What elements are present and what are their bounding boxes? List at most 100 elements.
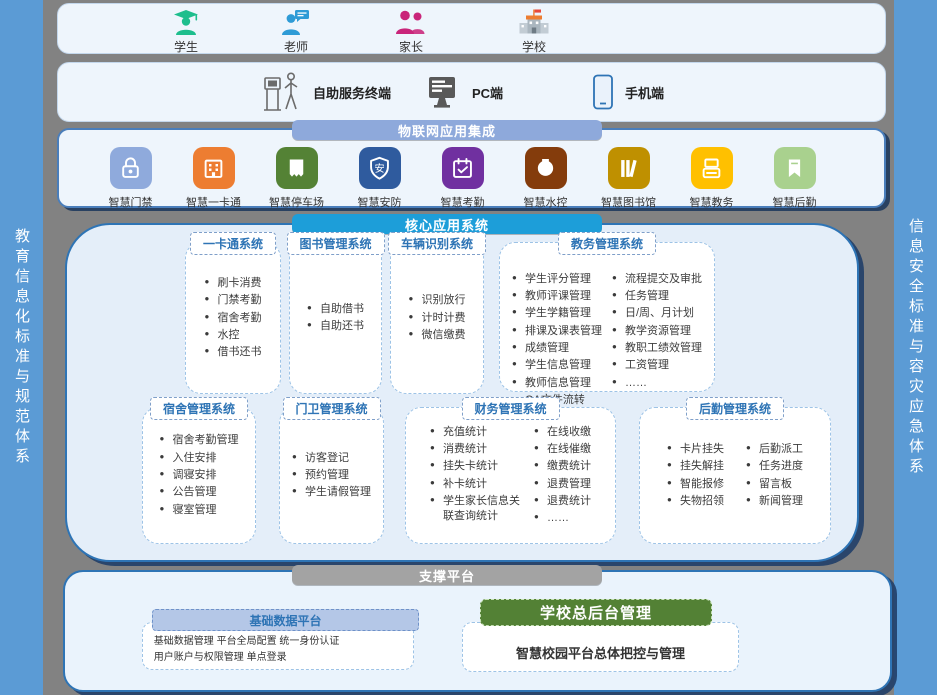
iot-label: 智慧一卡通 xyxy=(186,194,241,210)
terminal-label: PC端 xyxy=(472,83,503,102)
student-icon xyxy=(171,9,201,36)
base-data-platform-title: 基础数据平台 xyxy=(152,609,419,631)
card-item: 识别放行 xyxy=(409,293,466,308)
card-logistics-system: 后勤管理系统 卡片挂失 挂失解挂 智能报修 失物招领 后勤派工 任务进度 留言板… xyxy=(639,407,831,544)
card-item: 自助还书 xyxy=(307,319,364,334)
card-item: 微信缴费 xyxy=(409,328,466,343)
school-backend-card: 智慧校园平台总体把控与管理 xyxy=(462,622,739,672)
card-item: 在线收缴 xyxy=(534,425,591,440)
card-item: 门禁考勤 xyxy=(205,293,262,308)
card-item: 预约管理 xyxy=(292,468,371,483)
support-platform-panel: 支撑平台 基础数据平台 基础数据管理 平台全局配置 统一身份认证 用户账户与权限… xyxy=(63,570,892,692)
card-item: 缴费统计 xyxy=(534,459,591,474)
base-platform-line: 用户账户与权限管理 单点登录 xyxy=(154,650,402,666)
users-panel: 学生 老师 家长 xyxy=(57,3,886,54)
user-label: 家长 xyxy=(375,38,447,55)
terminal-label: 手机端 xyxy=(625,83,664,102)
iot-label: 智慧考勤 xyxy=(441,194,485,210)
card-item: 学生请假管理 xyxy=(292,485,371,500)
user-label: 学生 xyxy=(150,38,222,55)
user-group-teacher: 老师 xyxy=(260,9,332,55)
card-item-list: 流程提交及审批 任务管理 日/周、月计划 教学资源管理 教职工绩效管理 工资管理… xyxy=(612,269,702,410)
card-item: 宿舍考勤管理 xyxy=(160,433,239,448)
card-title: 教务管理系统 xyxy=(558,232,656,255)
card-item: 任务管理 xyxy=(612,289,702,304)
card-library-system: 图书管理系统 自助借书 自助还书 xyxy=(289,242,382,394)
user-group-school: 学校 xyxy=(498,9,570,55)
card-item: 留言板 xyxy=(746,477,803,492)
library-books-icon xyxy=(608,147,650,189)
terminal-group-pc: PC端 xyxy=(426,67,503,117)
school-icon xyxy=(517,9,551,36)
iot-label: 智慧教务 xyxy=(690,194,734,210)
card-item: 教师信息管理 xyxy=(512,376,602,391)
card-item: 入住安排 xyxy=(160,451,239,466)
card-item-list: 在线收缴 在线催缴 缴费统计 退费管理 退费统计 …… xyxy=(534,422,591,529)
card-item: 日/周、月计划 xyxy=(612,306,702,321)
card-item: 充值统计 xyxy=(430,425,524,440)
base-platform-line: 基础数据管理 平台全局配置 统一身份认证 xyxy=(154,634,402,650)
card-item: 调寝安排 xyxy=(160,468,239,483)
card-item-list: 充值统计 消费统计 挂失卡统计 补卡统计 学生家长信息关联查询统计 xyxy=(430,422,524,529)
card-item: 工资管理 xyxy=(612,358,702,373)
iot-icon-row: 智慧门禁 智慧一卡通 智慧停车场 安 智慧安防 xyxy=(59,147,884,210)
card-item-list: 刷卡消费 门禁考勤 宿舍考勤 水控 借书还书 xyxy=(205,273,262,362)
card-finance-system: 财务管理系统 充值统计 消费统计 挂失卡统计 补卡统计 学生家长信息关联查询统计… xyxy=(405,407,616,544)
iot-item-attendance: 智慧考勤 xyxy=(421,147,504,210)
card-item: 智能报修 xyxy=(667,477,724,492)
card-item: 补卡统计 xyxy=(430,477,524,492)
card-item-list: 学生评分管理 教师评课管理 学生学籍管理 排课及课表管理 成绩管理 学生信息管理… xyxy=(512,269,602,410)
iot-item-parking: 智慧停车场 xyxy=(255,147,338,210)
card-item-list: 识别放行 计时计费 微信缴费 xyxy=(409,291,466,346)
card-item: 流程提交及审批 xyxy=(612,272,702,287)
card-item: 学生学籍管理 xyxy=(512,306,602,321)
pc-icon xyxy=(426,74,462,110)
iot-item-library: 智慧图书馆 xyxy=(587,147,670,210)
iot-panel: 物联网应用集成 智慧门禁 智慧一卡通 智慧停车场 xyxy=(57,128,886,208)
card-title: 宿舍管理系统 xyxy=(150,397,248,420)
iot-item-security: 安 智慧安防 xyxy=(338,147,421,210)
card-title: 一卡通系统 xyxy=(190,232,276,255)
card-item-list: 自助借书 自助还书 xyxy=(307,299,364,336)
iot-label: 智慧水控 xyxy=(524,194,568,210)
terminal-group-mobile: 手机端 xyxy=(591,67,664,117)
card-item: 退费统计 xyxy=(534,494,591,509)
card-item: 退费管理 xyxy=(534,477,591,492)
iot-label: 智慧图书馆 xyxy=(601,194,656,210)
card-item: 失物招领 xyxy=(667,494,724,509)
card-item: 寝室管理 xyxy=(160,503,239,518)
school-backend-title: 学校总后台管理 xyxy=(480,599,712,626)
card-academic-affairs-system: 教务管理系统 学生评分管理 教师评课管理 学生学籍管理 排课及课表管理 成绩管理… xyxy=(499,242,715,392)
smart-campus-diagram: 教育信息化标准与规范体系 信息安全标准与容灾应急体系 学生 老师 xyxy=(0,0,937,695)
core-apps-header: 核心应用系统 xyxy=(292,214,602,234)
card-item: 公告管理 xyxy=(160,485,239,500)
card-item-list: 访客登记 预约管理 学生请假管理 xyxy=(292,448,371,503)
card-item: 教师评课管理 xyxy=(512,289,602,304)
card-item-list: 卡片挂失 挂失解挂 智能报修 失物招领 xyxy=(667,440,724,512)
card-item: 任务进度 xyxy=(746,459,803,474)
phone-icon xyxy=(591,73,615,111)
iot-label: 智慧门禁 xyxy=(109,194,153,210)
iot-item-logistics: 智慧后勤 xyxy=(753,147,836,210)
card-vehicle-recognition-system: 车辆识别系统 识别放行 计时计费 微信缴费 xyxy=(390,242,484,394)
iot-label: 智慧安防 xyxy=(358,194,402,210)
card-item: 学生信息管理 xyxy=(512,358,602,373)
user-label: 老师 xyxy=(260,38,332,55)
kiosk-icon xyxy=(261,70,303,114)
card-item: 卡片挂失 xyxy=(667,442,724,457)
card-item: 教学资源管理 xyxy=(612,324,702,339)
core-apps-panel: 核心应用系统 一卡通系统 刷卡消费 门禁考勤 宿舍考勤 水控 借书还书 图书管理… xyxy=(65,223,859,562)
iot-item-academic: 智慧教务 xyxy=(670,147,753,210)
academic-terminal-icon xyxy=(691,147,733,189)
teacher-icon xyxy=(281,9,311,36)
card-item-list: 后勤派工 任务进度 留言板 新闻管理 xyxy=(746,440,803,512)
iot-label: 智慧停车场 xyxy=(269,194,324,210)
card-item: 新闻管理 xyxy=(746,494,803,509)
logistics-bookmark-icon xyxy=(774,147,816,189)
card-title: 后勤管理系统 xyxy=(686,397,784,420)
card-item: 挂失卡统计 xyxy=(430,459,524,474)
card-item: …… xyxy=(612,376,702,391)
card-item: 消费统计 xyxy=(430,442,524,457)
support-header: 支撑平台 xyxy=(292,565,602,585)
card-item-list: 宿舍考勤管理 入住安排 调寝安排 公告管理 寝室管理 xyxy=(160,431,239,520)
